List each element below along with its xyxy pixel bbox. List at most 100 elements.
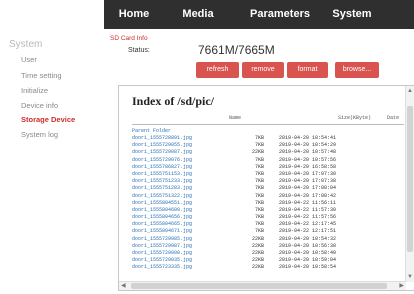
sidebar-item-time-setting[interactable]: Time setting <box>21 71 62 80</box>
file-date: 2019-04-20 10:54:41 <box>279 135 337 141</box>
file-size: 7KB <box>254 156 264 163</box>
file-name-link[interactable]: door1_1555729076.jpg <box>132 157 192 163</box>
file-date: 2019-04-20 17:07:38 <box>279 178 337 185</box>
status-value: 7661M/7665M <box>198 43 275 57</box>
file-name-link[interactable]: door1_1555804551.jpg <box>132 200 192 206</box>
file-date: 2019-04-20 10:56:38 <box>279 242 337 249</box>
parent-folder-link[interactable]: Parent Folder <box>132 128 171 134</box>
sidebar-item-storage-device[interactable]: Storage Device <box>21 115 75 124</box>
file-row: door1_1555729987.jpg 22KB 2019-04-20 10:56… <box>132 243 404 250</box>
file-size: 7KB <box>254 135 264 141</box>
browse-button[interactable]: browse... <box>335 62 379 78</box>
file-date: 2019-04-20 10:58:54 <box>279 264 337 271</box>
format-button[interactable]: format <box>287 62 328 78</box>
file-name-link[interactable]: door1_1555729985.jpg <box>132 236 192 242</box>
tab-system[interactable]: System <box>329 0 375 29</box>
file-row: door1_1555729076.jpg 7KB 2019-04-20 10:57:… <box>132 157 404 164</box>
file-name-link[interactable]: door1_1555751322.jpg <box>132 193 192 199</box>
header-divider <box>132 124 404 125</box>
file-name-link[interactable]: door1_1555751283.jpg <box>132 185 192 191</box>
file-size: 7KB <box>254 228 264 235</box>
file-size: 7KB <box>254 178 264 185</box>
horizontal-scrollbar[interactable]: ◀ ▶ <box>119 281 406 290</box>
file-name-link[interactable]: door1_1555728891.jpg <box>132 135 192 141</box>
top-nav: Home Media Parameters System <box>0 0 414 30</box>
status-label: Status: <box>128 47 150 54</box>
file-row: door1_1555723335.jpg 22KB 2019-04-20 10:58… <box>132 264 404 271</box>
file-name-link[interactable]: door1_1555729000.jpg <box>132 250 192 256</box>
file-row: door1_1555729087.jpg 22KB 2019-04-20 10:57… <box>132 149 404 156</box>
sidebar-item-device-info[interactable]: Device info <box>21 101 58 110</box>
file-date: 2019-04-20 16:58:58 <box>279 163 337 170</box>
file-size: 7KB <box>254 214 264 221</box>
section-label: SD Card Info <box>110 35 148 42</box>
file-size: 7KB <box>254 163 264 170</box>
file-name-link[interactable]: door1_1555751153.jpg <box>132 171 192 177</box>
file-row: door1_1555728891.jpg 7KB 2019-04-20 10:54:… <box>132 135 404 142</box>
file-row: door1_1555804656.jpg 7KB 2019-04-22 11:57:… <box>132 214 404 221</box>
file-name-link[interactable]: door1_1555723335.jpg <box>132 264 192 270</box>
file-size: 7KB <box>254 206 264 213</box>
file-row: door1_1555804551.jpg 7KB 2019-04-22 11:56:… <box>132 200 404 207</box>
file-size: 22KB <box>251 250 264 256</box>
file-date: 2019-04-20 10:59:04 <box>279 257 337 264</box>
horizontal-scroll-thumb[interactable] <box>131 283 387 289</box>
file-size: 7KB <box>254 185 264 192</box>
file-name-link[interactable]: door1_1555729035.jpg <box>132 257 192 263</box>
file-date: 2019-04-20 10:58:40 <box>279 250 337 256</box>
file-date: 2019-04-20 17:08:42 <box>279 192 337 199</box>
file-size: 7KB <box>254 192 264 199</box>
file-listing-frame[interactable]: Index of /sd/pic/ Name Size(KByte) Date … <box>118 85 414 291</box>
tab-media[interactable]: Media <box>174 0 222 29</box>
sidebar-item-system-log[interactable]: System log <box>21 130 58 139</box>
file-name-link[interactable]: door1_1555729987.jpg <box>132 243 192 249</box>
file-date: 2019-04-20 10:57:56 <box>279 156 337 163</box>
vertical-scroll-thumb[interactable] <box>407 106 413 252</box>
file-size: 7KB <box>254 142 264 149</box>
file-name-link[interactable]: door1_1555804671.jpg <box>132 228 192 234</box>
file-row: door1_1555729055.jpg 7KB 2019-04-20 10:54:… <box>132 142 404 149</box>
vertical-scrollbar[interactable]: ▲ ▼ <box>405 86 414 282</box>
sidebar-item-initialize[interactable]: Initialize <box>21 86 48 95</box>
column-header-date: Date <box>387 115 400 121</box>
remove-button[interactable]: remove <box>242 62 284 78</box>
file-date: 2019-04-20 10:54:29 <box>279 142 337 149</box>
file-row: door1_1555804671.jpg 7KB 2019-04-22 12:17:… <box>132 228 404 235</box>
tab-parameters[interactable]: Parameters <box>247 0 313 29</box>
file-name-link[interactable]: door1_1555804665.jpg <box>132 221 192 227</box>
file-size: 22KB <box>251 235 264 242</box>
chevron-up-icon[interactable]: ▲ <box>407 87 413 95</box>
file-name-link[interactable]: door1_1555786827.jpg <box>132 164 192 170</box>
column-header-size: Size(KByte) <box>338 115 372 121</box>
file-date: 2019-04-22 11:57:56 <box>279 214 337 221</box>
sidebar-item-user[interactable]: User <box>21 55 37 64</box>
file-date: 2019-04-22 11:56:11 <box>279 199 337 206</box>
chevron-right-icon[interactable]: ▶ <box>399 282 404 290</box>
file-date: 2019-04-22 12:17:51 <box>279 228 337 235</box>
file-name-link[interactable]: door1_1555751233.jpg <box>132 178 192 184</box>
file-date: 2019-04-22 11:57:30 <box>279 206 337 213</box>
file-row: door1_1555751283.jpg 7KB 2019-04-20 17:08:… <box>132 185 404 192</box>
file-row: door1_1555729985.jpg 22KB 2019-04-20 10:54… <box>132 236 404 243</box>
file-date: 2019-04-20 10:57:48 <box>279 149 337 156</box>
tab-home[interactable]: Home <box>112 0 156 29</box>
file-name-link[interactable]: door1_1555729055.jpg <box>132 142 192 148</box>
file-name-link[interactable]: door1_1555804656.jpg <box>132 214 192 220</box>
listing-heading: Index of /sd/pic/ <box>132 94 215 108</box>
chevron-left-icon[interactable]: ◀ <box>121 282 126 290</box>
file-row: door1_1555729035.jpg 22KB 2019-04-20 10:59… <box>132 257 404 264</box>
file-name-link[interactable]: door1_1555729087.jpg <box>132 149 192 155</box>
file-size: 7KB <box>254 221 264 228</box>
file-row: door1_1555804665.jpg 7KB 2019-04-22 12:17:… <box>132 221 404 228</box>
main-content: SD Card Info Status: 7661M/7665M refresh… <box>104 30 414 294</box>
sidebar: System User Time setting Initialize Devi… <box>0 30 104 294</box>
file-size: 22KB <box>251 149 264 156</box>
file-list: door1_1555728891.jpg 7KB 2019-04-20 10:54:… <box>132 135 404 272</box>
file-date: 2019-04-20 17:07:30 <box>279 170 337 177</box>
column-header-name: Name <box>229 115 242 121</box>
file-name-link[interactable]: door1_1555804600.jpg <box>132 207 192 213</box>
file-size: 22KB <box>251 264 264 271</box>
refresh-button[interactable]: refresh <box>196 62 239 78</box>
chevron-down-icon[interactable]: ▼ <box>407 273 413 281</box>
file-row: door1_1555751322.jpg 7KB 2019-04-20 17:08:… <box>132 193 404 200</box>
